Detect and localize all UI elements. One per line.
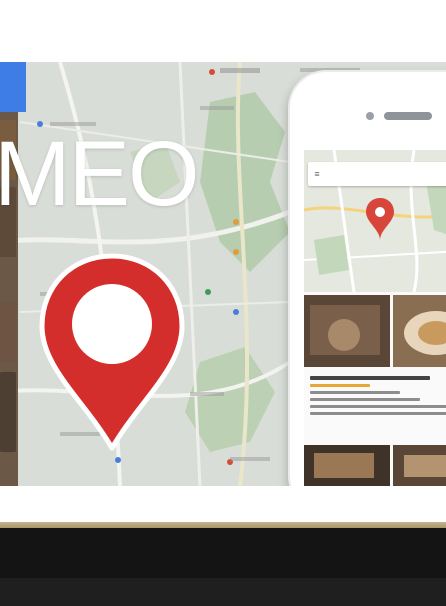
page: MEO ≡ <box>0 0 446 606</box>
phone-search-bar[interactable]: ≡ <box>308 162 446 186</box>
banner-title: MEO <box>0 123 200 225</box>
listing-text-line <box>310 412 446 415</box>
camera-dot <box>366 112 374 120</box>
place-photos <box>304 295 446 367</box>
phone-speaker <box>384 112 432 120</box>
listing-text-line <box>310 405 446 408</box>
phone-mockup: ≡ <box>290 72 446 486</box>
rating-stars <box>310 384 370 387</box>
thumbnail-photo <box>0 372 16 452</box>
listing-title-line <box>310 376 430 380</box>
hamburger-icon[interactable]: ≡ <box>308 169 326 179</box>
map-panel-tab <box>0 62 26 112</box>
listing-text-line <box>310 391 400 394</box>
thumbnail-photo <box>0 302 16 362</box>
more-photos <box>304 445 446 486</box>
listing-text-line <box>310 398 420 401</box>
meo-hero-banner: MEO ≡ <box>0 62 446 486</box>
top-whitespace <box>0 0 446 62</box>
phone-screen: ≡ <box>304 150 446 486</box>
map-pin-icon <box>39 253 185 451</box>
place-listing <box>310 372 446 419</box>
footer-caption <box>102 592 398 606</box>
